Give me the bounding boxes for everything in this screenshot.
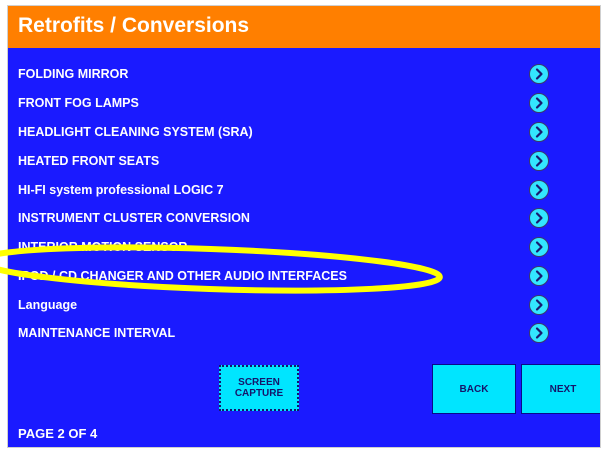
menu-item-folding-mirror[interactable]: FOLDING MIRROR [8,61,600,89]
chevron-right-icon[interactable] [529,295,549,315]
menu-item-label[interactable]: INSTRUMENT CLUSTER CONVERSION [18,211,250,225]
title-bar: Retrofits / Conversions [8,6,600,48]
chevron-right-icon[interactable] [529,93,549,113]
retrofits-screen: Retrofits / Conversions FOLDING MIRROR F… [7,5,601,448]
chevron-right-icon[interactable] [529,151,549,171]
back-button[interactable]: BACK [432,364,516,414]
menu-item-maintenance-interval[interactable]: MAINTENANCE INTERVAL [8,320,600,348]
menu-item-instrument-cluster[interactable]: INSTRUMENT CLUSTER CONVERSION [8,205,600,233]
next-button[interactable]: NEXT [521,364,600,414]
chevron-right-icon[interactable] [529,122,549,142]
chevron-right-icon[interactable] [529,208,549,228]
chevron-right-icon[interactable] [529,266,549,286]
menu-item-label[interactable]: INTERIOR MOTION SENSOR [18,240,187,254]
chevron-right-icon[interactable] [529,237,549,257]
screen-capture-label-line2: CAPTURE [234,388,284,399]
menu-item-language[interactable]: Language [8,292,600,320]
chevron-right-icon[interactable] [529,180,549,200]
menu-item-label[interactable]: HEATED FRONT SEATS [18,154,159,168]
page-indicator: PAGE 2 OF 4 [18,426,98,441]
chevron-right-icon[interactable] [529,323,549,343]
menu-item-front-fog-lamps[interactable]: FRONT FOG LAMPS [8,90,600,118]
next-button-label: NEXT [549,383,577,395]
chevron-right-icon[interactable] [529,64,549,84]
menu-item-label[interactable]: FRONT FOG LAMPS [18,96,139,110]
menu-item-label[interactable]: MAINTENANCE INTERVAL [18,326,175,340]
page-title: Retrofits / Conversions [18,14,250,37]
menu-item-interior-motion-sensor[interactable]: INTERIOR MOTION SENSOR [8,234,600,262]
menu-item-hifi-logic7[interactable]: HI-FI system professional LOGIC 7 [8,177,600,205]
menu-item-label[interactable]: Language [18,298,77,312]
back-button-label: BACK [459,383,489,395]
menu-item-label[interactable]: IPOD / CD CHANGER AND OTHER AUDIO INTERF… [18,269,347,283]
menu-item-ipod-cd-changer[interactable]: IPOD / CD CHANGER AND OTHER AUDIO INTERF… [8,263,600,291]
menu-item-heated-front-seats[interactable]: HEATED FRONT SEATS [8,148,600,176]
menu-item-label[interactable]: FOLDING MIRROR [18,67,128,81]
menu-item-label[interactable]: HEADLIGHT CLEANING SYSTEM (SRA) [18,125,253,139]
screen-capture-button[interactable]: SCREEN CAPTURE [219,365,299,411]
menu-item-label[interactable]: HI-FI system professional LOGIC 7 [18,183,224,197]
screen-capture-label-line1: SCREEN [238,377,280,388]
menu-item-headlight-cleaning[interactable]: HEADLIGHT CLEANING SYSTEM (SRA) [8,119,600,147]
